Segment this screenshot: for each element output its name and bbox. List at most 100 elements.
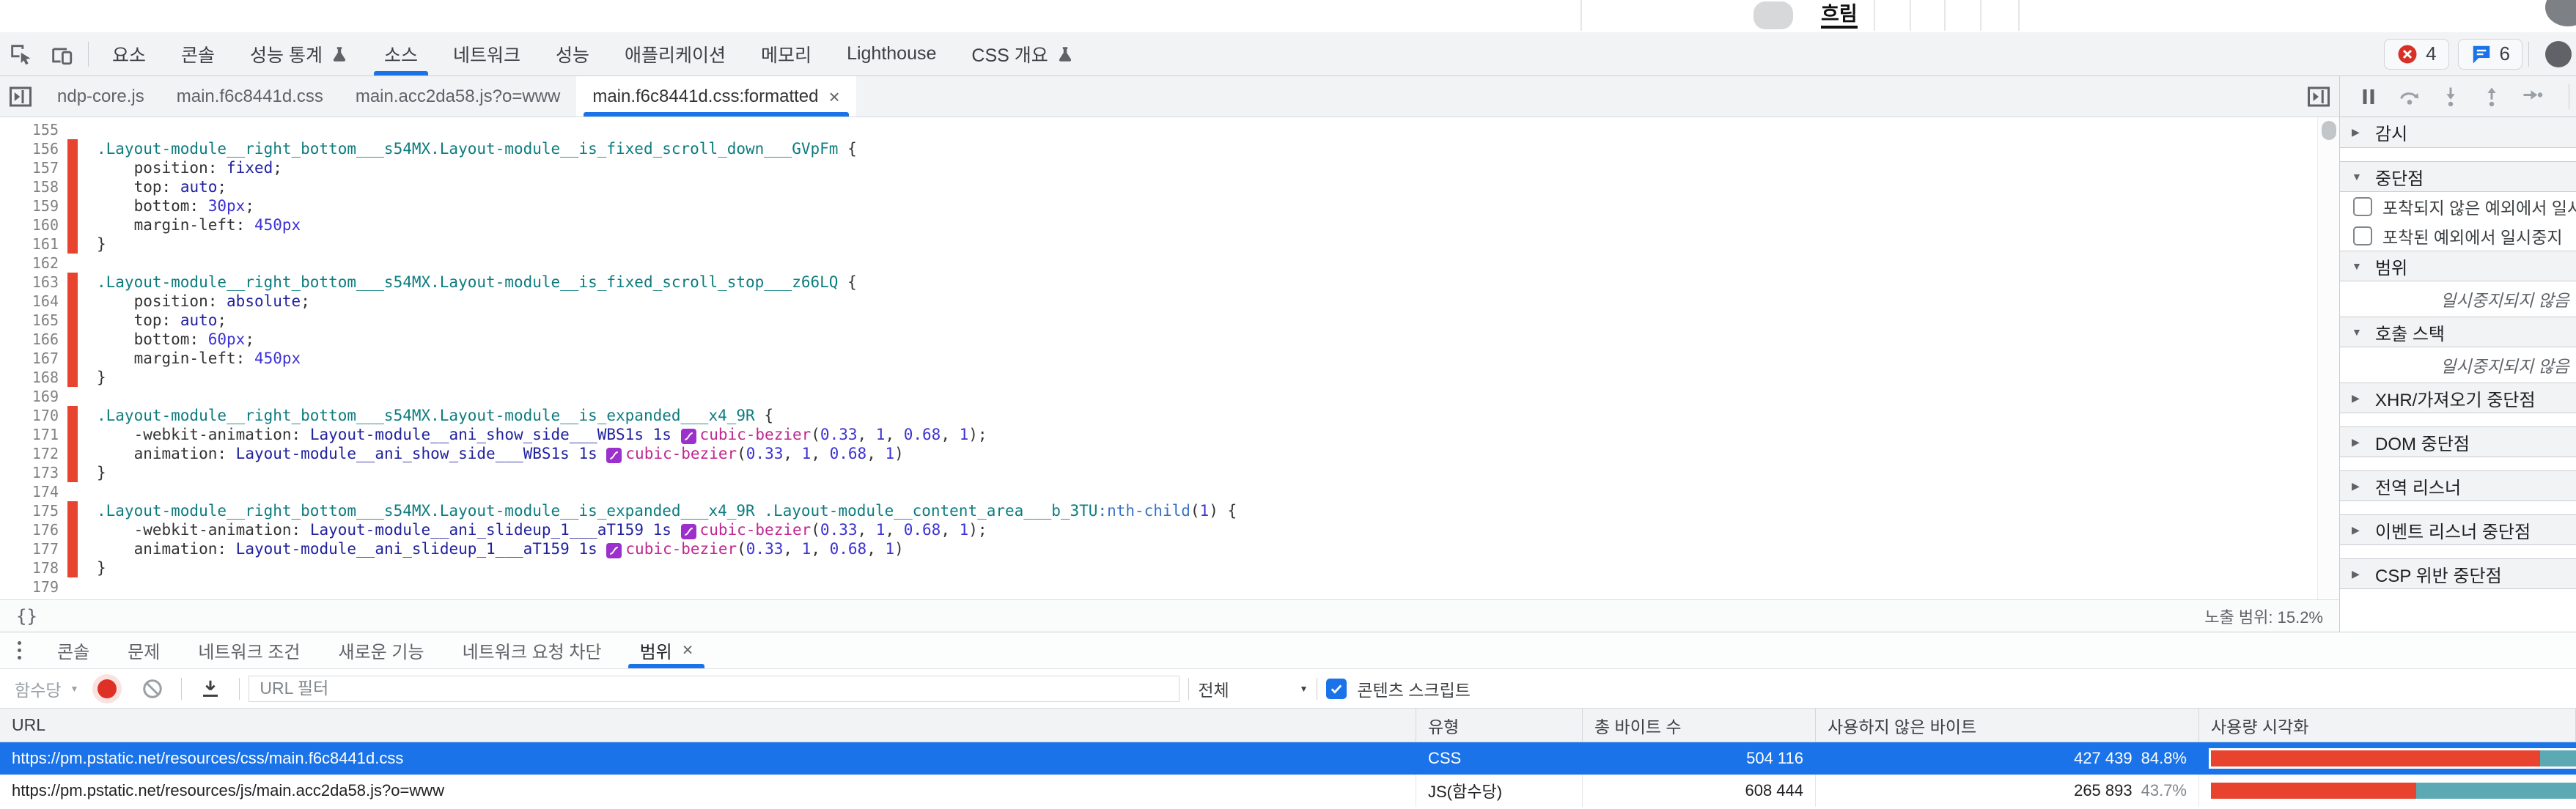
column-header-1[interactable]: 유형 bbox=[1416, 709, 1583, 742]
type-filter-select[interactable]: 전체▼ bbox=[1198, 676, 1308, 701]
clear-coverage-icon[interactable] bbox=[141, 678, 163, 700]
drawer-tab-console[interactable]: 콘솔 bbox=[38, 632, 108, 668]
debugger-panel-toggle-icon[interactable] bbox=[2298, 76, 2339, 117]
drawer-tab-whats-new[interactable]: 새로운 기능 bbox=[320, 632, 444, 668]
line-number[interactable]: 157 bbox=[0, 159, 59, 177]
step-into-icon[interactable] bbox=[2440, 86, 2462, 108]
main-tab-css-overview[interactable]: CSS 개요 bbox=[954, 32, 1092, 75]
line-number[interactable]: 179 bbox=[0, 578, 59, 596]
drawer-tab-coverage[interactable]: 범위× bbox=[621, 632, 713, 668]
file-tab-ndp-core-js[interactable]: ndp-core.js bbox=[41, 76, 161, 117]
line-number[interactable]: 163 bbox=[0, 273, 59, 291]
line-number[interactable]: 160 bbox=[0, 216, 59, 234]
line-number[interactable]: 174 bbox=[0, 483, 59, 500]
sidebar-section-scope[interactable]: ▼범위 bbox=[2340, 251, 2576, 281]
line-number[interactable]: 177 bbox=[0, 540, 59, 558]
record-coverage-button[interactable] bbox=[97, 679, 117, 698]
coverage-mode-select[interactable]: 함수당▼ bbox=[15, 676, 78, 701]
export-coverage-icon[interactable] bbox=[199, 678, 221, 700]
checkbox-unchecked[interactable] bbox=[2353, 197, 2372, 216]
line-number[interactable]: 158 bbox=[0, 178, 59, 196]
device-toolbar-icon[interactable] bbox=[41, 32, 82, 75]
error-badge[interactable]: 4 bbox=[2384, 39, 2448, 70]
sidebar-section-event-listener-breakpoints[interactable]: ▶이벤트 리스너 중단점 bbox=[2340, 514, 2576, 545]
line-number[interactable]: 155 bbox=[0, 121, 59, 138]
coverage-row[interactable]: https://pm.pstatic.net/resources/js/main… bbox=[0, 775, 2576, 807]
line-number[interactable]: 175 bbox=[0, 502, 59, 520]
pause-on-exception-checkbox-row[interactable]: 포착되지 않은 예외에서 일시중지 bbox=[2340, 192, 2576, 221]
line-number[interactable]: 166 bbox=[0, 330, 59, 348]
issues-badge[interactable]: 6 bbox=[2458, 39, 2522, 70]
coverage-gutter-bar bbox=[67, 311, 78, 330]
sidebar-section-xhr-breakpoints[interactable]: ▶XHR/가져오기 중단점 bbox=[2340, 383, 2576, 413]
file-tab-main-js[interactable]: main.acc2da58.js?o=www bbox=[339, 76, 576, 117]
sidebar-section-breakpoints[interactable]: ▼중단점 bbox=[2340, 161, 2576, 192]
column-header-3[interactable]: 사용하지 않은 바이트 bbox=[1816, 709, 2199, 742]
cubic-bezier-swatch-icon[interactable] bbox=[681, 524, 696, 539]
main-tab-performance[interactable]: 성능 bbox=[538, 32, 607, 75]
settings-icon[interactable] bbox=[2545, 41, 2572, 67]
content-scripts-checkbox[interactable] bbox=[1326, 679, 1347, 699]
line-number[interactable]: 169 bbox=[0, 388, 59, 405]
pause-script-icon[interactable] bbox=[2358, 86, 2380, 108]
line-number[interactable]: 170 bbox=[0, 407, 59, 424]
editor-scrollbar[interactable] bbox=[2317, 117, 2339, 599]
line-number[interactable]: 162 bbox=[0, 254, 59, 272]
column-header-4[interactable]: 사용량 시각화 bbox=[2199, 709, 2576, 742]
pretty-print-button[interactable]: {} bbox=[16, 606, 37, 627]
file-tab-main-css-formatted[interactable]: main.f6c8441d.css:formatted× bbox=[576, 76, 855, 117]
sidebar-section-watch[interactable]: ▶감시 bbox=[2340, 117, 2576, 148]
line-number[interactable]: 167 bbox=[0, 350, 59, 367]
checkbox-unchecked[interactable] bbox=[2353, 226, 2372, 245]
main-tab-lighthouse[interactable]: Lighthouse bbox=[829, 32, 954, 75]
step-icon[interactable] bbox=[2522, 86, 2544, 108]
chevron-right-icon: ▶ bbox=[2352, 392, 2365, 404]
navigator-panel-toggle-icon[interactable] bbox=[0, 76, 41, 117]
line-number[interactable]: 165 bbox=[0, 311, 59, 329]
sidebar-section-call-stack[interactable]: ▼호출 스택 bbox=[2340, 317, 2576, 347]
main-tab-application[interactable]: 애플리케이션 bbox=[607, 32, 743, 75]
pause-on-exception-checkbox-row[interactable]: 포착된 예외에서 일시중지 bbox=[2340, 221, 2576, 251]
drawer-tab-network-conditions[interactable]: 네트워크 조건 bbox=[179, 632, 319, 668]
main-tab-elements[interactable]: 요소 bbox=[95, 32, 163, 75]
line-number[interactable]: 171 bbox=[0, 426, 59, 443]
main-tab-sources[interactable]: 소스 bbox=[367, 32, 435, 75]
coverage-row[interactable]: https://pm.pstatic.net/resources/css/mai… bbox=[0, 742, 2576, 775]
drawer-tab-network-request-blocking[interactable]: 네트워크 요청 차단 bbox=[444, 632, 621, 668]
drawer-menu-icon[interactable] bbox=[0, 632, 38, 668]
scrollbar-thumb[interactable] bbox=[2322, 121, 2336, 140]
line-number[interactable]: 176 bbox=[0, 521, 59, 539]
step-out-icon[interactable] bbox=[2481, 86, 2503, 108]
line-number[interactable]: 159 bbox=[0, 197, 59, 215]
cubic-bezier-swatch-icon[interactable] bbox=[606, 543, 622, 558]
code-line: 161} bbox=[0, 234, 2339, 254]
sidebar-section-global-listeners[interactable]: ▶전역 리스너 bbox=[2340, 470, 2576, 501]
cubic-bezier-swatch-icon[interactable] bbox=[606, 448, 622, 463]
file-tab-main-css[interactable]: main.f6c8441d.css bbox=[161, 76, 339, 117]
coverage-type: CSS bbox=[1416, 742, 1583, 775]
line-number[interactable]: 161 bbox=[0, 235, 59, 253]
coverage-summary: 노출 범위: 15.2% bbox=[2204, 605, 2323, 628]
source-editor[interactable]: 155156.Layout-module__right_bottom___s54… bbox=[0, 117, 2339, 599]
line-number[interactable]: 164 bbox=[0, 292, 59, 310]
main-tab-performance-insights[interactable]: 성능 통계 bbox=[232, 32, 367, 75]
close-icon[interactable]: × bbox=[682, 641, 693, 660]
drawer-tab-issues[interactable]: 문제 bbox=[108, 632, 179, 668]
line-number[interactable]: 173 bbox=[0, 464, 59, 481]
main-tab-network[interactable]: 네트워크 bbox=[435, 32, 538, 75]
inspect-element-icon[interactable] bbox=[0, 32, 41, 75]
main-tab-memory[interactable]: 메모리 bbox=[743, 32, 829, 75]
line-number[interactable]: 156 bbox=[0, 140, 59, 158]
sidebar-section-csp-violation-breakpoints[interactable]: ▶CSP 위반 중단점 bbox=[2340, 558, 2576, 589]
line-number[interactable]: 178 bbox=[0, 559, 59, 577]
cubic-bezier-swatch-icon[interactable] bbox=[681, 429, 696, 444]
main-tab-console[interactable]: 콘솔 bbox=[163, 32, 232, 75]
column-header-2[interactable]: 총 바이트 수 bbox=[1583, 709, 1816, 742]
url-filter-input[interactable] bbox=[249, 676, 1180, 702]
column-header-0[interactable]: URL bbox=[0, 709, 1416, 742]
line-number[interactable]: 168 bbox=[0, 369, 59, 386]
line-number[interactable]: 172 bbox=[0, 445, 59, 462]
close-icon[interactable]: × bbox=[828, 87, 839, 106]
sidebar-section-dom-breakpoints[interactable]: ▶DOM 중단점 bbox=[2340, 426, 2576, 457]
step-over-icon[interactable] bbox=[2399, 86, 2421, 108]
